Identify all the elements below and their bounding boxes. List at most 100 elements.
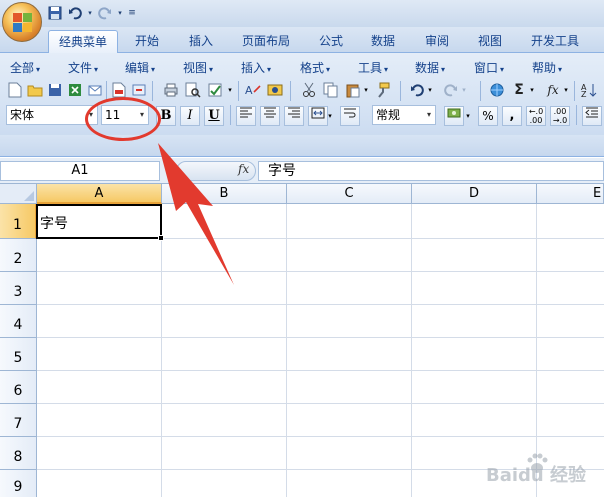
chevron-down-icon[interactable]: ▾ bbox=[528, 81, 536, 99]
sort-ascending-icon[interactable]: AZ bbox=[580, 81, 598, 99]
save-icon[interactable] bbox=[46, 5, 64, 21]
tab-formulas[interactable]: 公式 bbox=[310, 30, 352, 53]
chevron-down-icon: ▾ bbox=[426, 110, 431, 119]
email-icon[interactable] bbox=[86, 81, 104, 99]
excel-icon[interactable] bbox=[66, 81, 84, 99]
italic-button[interactable]: I bbox=[180, 106, 200, 126]
chevron-down-icon[interactable]: ▾ bbox=[362, 81, 370, 99]
export-icon[interactable] bbox=[130, 81, 148, 99]
menu-view[interactable]: 视图 ▾ bbox=[183, 59, 213, 76]
chevron-down-icon[interactable]: ▾ bbox=[326, 107, 334, 125]
tab-home[interactable]: 开始 bbox=[126, 30, 168, 53]
spelling-icon[interactable] bbox=[206, 81, 224, 99]
research-icon[interactable]: A bbox=[244, 81, 262, 99]
decrease-decimal-button[interactable]: .00 →.0 bbox=[550, 106, 570, 126]
row-header-8[interactable]: 8 bbox=[0, 437, 37, 470]
tab-review[interactable]: 审阅 bbox=[416, 30, 458, 53]
fill-handle[interactable] bbox=[158, 235, 164, 241]
merge-center-button[interactable] bbox=[308, 106, 328, 126]
row-header-2[interactable]: 2 bbox=[0, 239, 37, 272]
redo-icon[interactable] bbox=[442, 81, 460, 99]
chevron-down-icon: ▾ bbox=[441, 65, 446, 74]
insert-function-icon[interactable]: fx bbox=[544, 81, 562, 99]
ribbon: 全部 ▾ 文件 ▾ 编辑 ▾ 视图 ▾ 插入 ▾ 格式 ▾ 工具 ▾ 数据 ▾ 窗口 ▾ 帮助 ▾ … bbox=[0, 53, 604, 157]
chevron-down-icon[interactable]: ▾ bbox=[464, 107, 472, 125]
tab-data[interactable]: 数据 bbox=[362, 30, 404, 53]
format-painter-icon[interactable] bbox=[374, 81, 392, 99]
decrease-decimal-icon: .00 →.0 bbox=[552, 107, 568, 125]
menu-format[interactable]: 格式 ▾ bbox=[300, 59, 330, 76]
menu-help-label: 帮助 bbox=[532, 61, 557, 75]
underline-button[interactable]: U bbox=[204, 106, 224, 126]
wrap-text-button[interactable] bbox=[340, 106, 360, 126]
cell-a1[interactable]: 字号 bbox=[36, 204, 162, 239]
print-icon[interactable] bbox=[162, 81, 180, 99]
chevron-down-icon[interactable]: ▾ bbox=[562, 81, 570, 99]
row-header-4[interactable]: 4 bbox=[0, 305, 37, 338]
gridline bbox=[37, 436, 604, 437]
redo-dropdown-icon[interactable]: ▾ bbox=[116, 5, 124, 21]
chevron-down-icon[interactable]: ▾ bbox=[426, 81, 434, 99]
row-header-1[interactable]: 1 bbox=[0, 204, 37, 239]
formula-input[interactable]: 字号 bbox=[258, 161, 604, 181]
menu-file[interactable]: 文件 ▾ bbox=[68, 59, 98, 76]
column-header-c[interactable]: C bbox=[287, 184, 412, 204]
chevron-down-icon[interactable]: ▾ bbox=[460, 81, 468, 99]
row-header-3[interactable]: 3 bbox=[0, 272, 37, 305]
menu-help[interactable]: 帮助 ▾ bbox=[532, 59, 562, 76]
cut-icon[interactable] bbox=[300, 81, 318, 99]
font-name-select[interactable]: 宋体 ▾ bbox=[6, 105, 98, 125]
undo-dropdown-icon[interactable]: ▾ bbox=[86, 5, 94, 21]
column-header-b[interactable]: B bbox=[162, 184, 287, 204]
insert-function-icon[interactable]: fx bbox=[238, 162, 249, 176]
row-header-5[interactable]: 5 bbox=[0, 338, 37, 371]
hyperlink-icon[interactable] bbox=[488, 81, 506, 99]
customize-icon[interactable]: ≡ bbox=[126, 5, 138, 21]
undo-icon[interactable] bbox=[408, 81, 426, 99]
menu-data[interactable]: 数据 ▾ bbox=[415, 59, 445, 76]
increase-decimal-button[interactable]: ←.0.00 bbox=[526, 106, 546, 126]
align-center-button[interactable] bbox=[260, 106, 280, 126]
watermark-text: Baidu 经验 bbox=[486, 465, 587, 486]
tab-insert[interactable]: 插入 bbox=[180, 30, 222, 53]
open-folder-icon[interactable] bbox=[26, 81, 44, 99]
print-preview-icon[interactable] bbox=[184, 81, 202, 99]
ribbon-group-bar bbox=[0, 135, 604, 155]
column-header-e[interactable]: E bbox=[537, 184, 604, 204]
align-left-button[interactable] bbox=[236, 106, 256, 126]
save-icon[interactable] bbox=[46, 81, 64, 99]
menu-insert[interactable]: 插入 ▾ bbox=[241, 59, 271, 76]
gridline bbox=[37, 337, 604, 338]
new-file-icon[interactable] bbox=[6, 81, 24, 99]
tab-page-layout[interactable]: 页面布局 bbox=[234, 30, 298, 53]
align-right-button[interactable] bbox=[284, 106, 304, 126]
tab-developer[interactable]: 开发工具 bbox=[522, 30, 588, 53]
currency-button[interactable] bbox=[444, 106, 464, 126]
chevron-down-icon[interactable]: ▾ bbox=[226, 81, 234, 99]
tab-view[interactable]: 视图 bbox=[469, 30, 511, 53]
copy-icon[interactable] bbox=[322, 81, 340, 99]
office-button[interactable] bbox=[2, 2, 42, 42]
undo-icon[interactable] bbox=[66, 5, 84, 21]
row-header-7[interactable]: 7 bbox=[0, 404, 37, 437]
menu-tools[interactable]: 工具 ▾ bbox=[358, 59, 388, 76]
translate-icon[interactable] bbox=[266, 81, 284, 99]
comma-button[interactable]: , bbox=[502, 106, 522, 126]
menu-window[interactable]: 窗口 ▾ bbox=[474, 59, 504, 76]
select-all-button[interactable] bbox=[0, 184, 37, 204]
row-header-6[interactable]: 6 bbox=[0, 371, 37, 404]
decrease-indent-button[interactable] bbox=[582, 106, 602, 126]
paste-icon[interactable] bbox=[344, 81, 362, 99]
menu-edit[interactable]: 编辑 ▾ bbox=[125, 59, 155, 76]
percent-button[interactable]: % bbox=[478, 106, 498, 126]
tab-classic-menu[interactable]: 经典菜单 bbox=[48, 30, 118, 54]
number-format-select[interactable]: 常规 ▾ bbox=[372, 105, 436, 125]
column-header-a[interactable]: A bbox=[37, 184, 162, 204]
redo-icon[interactable] bbox=[96, 5, 114, 21]
autosum-icon[interactable]: Σ bbox=[510, 81, 528, 99]
row-header-9[interactable]: 9 bbox=[0, 470, 37, 497]
menu-all[interactable]: 全部 ▾ bbox=[10, 59, 40, 76]
name-box[interactable]: A1 bbox=[0, 161, 160, 181]
chevron-down-icon: ▾ bbox=[558, 65, 563, 74]
column-header-d[interactable]: D bbox=[412, 184, 537, 204]
